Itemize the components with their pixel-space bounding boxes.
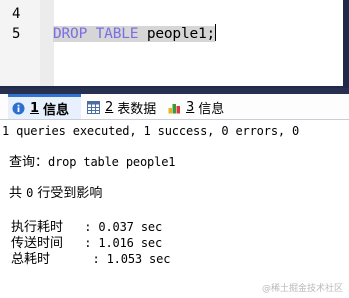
selected-text[interactable]: DROP TABLE people1; (53, 26, 215, 42)
timing-label: 总耗时 (11, 252, 51, 267)
text-caret (215, 24, 217, 41)
execution-time-row: 执行耗时 : 0.037 sec (11, 220, 162, 235)
editor-vertical-scrollbar[interactable] (343, 0, 349, 88)
tab-label: 信息 (198, 101, 225, 117)
total-time-row: 总耗时 : 1.053 sec (11, 252, 170, 267)
app-window: 4 5 DROP TABLE people1; 1 信息 2 表数据 3 信息 … (0, 0, 349, 298)
result-tab-bar: 1 信息 2 表数据 3 信息 (0, 94, 349, 120)
transfer-time-row: 传送时间 : 1.016 sec (11, 236, 162, 251)
tab-label: 表数据 (117, 101, 157, 117)
query-label: 查询： (9, 155, 49, 170)
watermark: @稀土掘金技术社区 (261, 284, 343, 294)
timing-value: : 1.016 sec (63, 236, 163, 250)
timing-label: 执行耗时 (11, 220, 64, 235)
tab-number: 2 (105, 99, 114, 115)
fold-margin (40, 0, 54, 88)
query-line: 查询：drop table people1 (9, 155, 176, 170)
line-number: 4 (12, 6, 21, 22)
line-number: 5 (12, 26, 21, 42)
execution-summary: 1 queries executed, 1 success, 0 errors,… (2, 124, 300, 138)
query-text: drop table people1 (48, 155, 176, 169)
sql-keyword: DROP TABLE (53, 26, 139, 42)
rows-affected-prefix: 共 (9, 186, 27, 201)
tab-number: 1 (30, 100, 40, 116)
sql-editor[interactable]: 4 5 DROP TABLE people1; (0, 0, 349, 88)
result-messages-panel: 1 queries executed, 1 success, 0 errors,… (0, 120, 349, 298)
table-grid-icon (87, 100, 100, 114)
tab-table-data[interactable]: 2 表数据 (83, 96, 157, 118)
sql-identifier: people1; (146, 26, 216, 42)
profile-chart-icon (168, 103, 180, 113)
rows-affected-suffix: 行受到影响 (33, 186, 103, 201)
timing-value: : 1.053 sec (50, 252, 171, 266)
rows-affected-line: 共 0 行受到影响 (9, 186, 102, 201)
timing-value: : 0.037 sec (63, 220, 163, 234)
tab-messages[interactable]: 1 信息 (8, 94, 81, 119)
tab-label: 信息 (43, 102, 70, 118)
tab-info[interactable]: 3 信息 (164, 96, 226, 118)
tab-number: 3 (186, 99, 195, 115)
timing-label: 传送时间 (11, 236, 64, 251)
code-line-5[interactable]: DROP TABLE people1; (53, 24, 217, 44)
info-icon (12, 102, 25, 114)
